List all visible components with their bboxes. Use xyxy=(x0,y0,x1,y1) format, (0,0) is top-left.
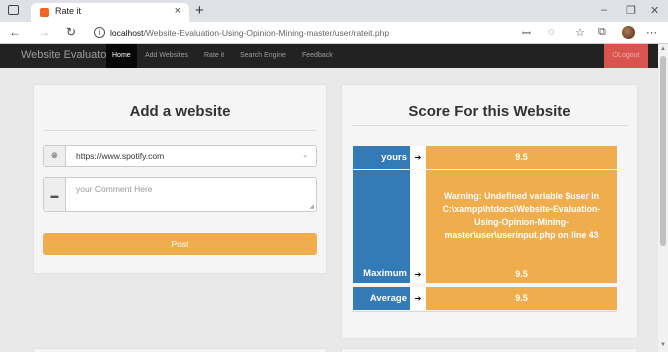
arrow-cell: ➔ xyxy=(410,170,426,283)
yours-value: 9.5 xyxy=(426,146,617,169)
browser-tab[interactable]: Rate it × xyxy=(31,3,189,22)
score-title: Score For this Website xyxy=(408,103,571,120)
php-warning-text: Warning: Undefined variable $user in C:\… xyxy=(442,191,601,240)
scroll-up-icon[interactable]: ▲ xyxy=(660,46,666,52)
lower-panel-left xyxy=(33,348,327,352)
back-icon[interactable]: ← xyxy=(9,25,21,39)
table-bottom-line xyxy=(353,311,617,312)
panel-divider xyxy=(44,130,316,131)
browser-tab-bar: Rate it × + – ❐ ✕ xyxy=(0,0,668,22)
scroll-thumb[interactable] xyxy=(660,56,666,246)
logout-button[interactable]: ⏻Logout xyxy=(604,44,648,68)
reader-icon[interactable]: ꟷ xyxy=(522,26,531,41)
maximum-cell-value: Warning: Undefined variable $user in C:\… xyxy=(426,170,617,283)
maximize-icon[interactable]: ❐ xyxy=(626,4,636,17)
average-value: 9.5 xyxy=(426,287,617,310)
globe-icon: 🌐︎ xyxy=(44,146,66,166)
panel-divider xyxy=(352,125,628,126)
new-tab-icon[interactable]: + xyxy=(195,2,204,19)
website-select-value: https://www.spotify.com xyxy=(76,151,165,161)
yours-label: yours xyxy=(353,146,410,169)
arrow-right-icon: ➔ xyxy=(410,287,426,310)
post-button[interactable]: Post xyxy=(43,233,317,255)
minimize-icon[interactable]: – xyxy=(601,4,607,16)
add-website-title: Add a website xyxy=(129,103,231,120)
nav-feedback[interactable]: Feedback xyxy=(296,44,339,68)
maximum-cell: Maximum xyxy=(353,170,410,283)
tab-close-icon[interactable]: × xyxy=(175,5,181,17)
nav-add-websites[interactable]: Add Websites xyxy=(139,44,194,68)
tab-title: Rate it xyxy=(55,6,82,16)
page-scrollbar[interactable]: ▲ ▼ xyxy=(658,44,668,352)
nav-rate-it[interactable]: Rate it xyxy=(198,44,230,68)
maximum-label: Maximum xyxy=(363,268,407,279)
comment-placeholder: your Comment Here xyxy=(76,184,153,194)
favicon-icon xyxy=(40,8,49,17)
profile-avatar[interactable] xyxy=(622,26,635,39)
address-bar: ← → ↻ i localhost/Website-Evaluation-Usi… xyxy=(0,22,668,44)
site-navbar: Website Evaluator Home Add Websites Rate… xyxy=(0,44,658,68)
more-menu-icon[interactable]: ⋯ xyxy=(646,26,657,39)
maximum-value: 9.5 xyxy=(515,269,528,279)
arrow-right-icon: ➔ xyxy=(414,270,422,279)
nav-home[interactable]: Home xyxy=(106,44,137,68)
resize-handle-icon[interactable]: ◢ xyxy=(309,203,314,210)
arrow-right-icon: ➔ xyxy=(410,146,426,169)
favorites-star-icon[interactable]: ☆ xyxy=(575,26,585,39)
url-field[interactable]: localhost/Website-Evaluation-Using-Opini… xyxy=(110,28,389,38)
collections-icon[interactable]: ⧉ xyxy=(598,26,606,39)
reload-icon[interactable]: ↻ xyxy=(66,25,76,39)
close-window-icon[interactable]: ✕ xyxy=(650,4,659,17)
comment-textarea[interactable]: ▬ your Comment Here ◢ xyxy=(43,177,317,212)
average-label: Average xyxy=(353,287,410,310)
url-host: localhost xyxy=(110,28,144,38)
brand-link[interactable]: Website Evaluator xyxy=(21,49,110,61)
forward-icon[interactable]: → xyxy=(38,25,50,39)
info-icon[interactable]: i xyxy=(94,27,105,38)
website-select[interactable]: 🌐︎ https://www.spotify.com ⌄ xyxy=(43,145,317,167)
url-path: /Website-Evaluation-Using-Opinion-Mining… xyxy=(143,28,390,38)
comment-icon: ▬ xyxy=(44,178,66,211)
nav-search-engine[interactable]: Search Engine xyxy=(234,44,292,68)
lower-panel-right xyxy=(341,348,638,352)
chevron-down-icon: ⌄ xyxy=(302,152,308,159)
window-menu-icon[interactable] xyxy=(8,5,19,15)
refresh-sync-icon[interactable]: ◌ xyxy=(548,26,555,38)
scroll-down-icon[interactable]: ▼ xyxy=(660,342,666,348)
